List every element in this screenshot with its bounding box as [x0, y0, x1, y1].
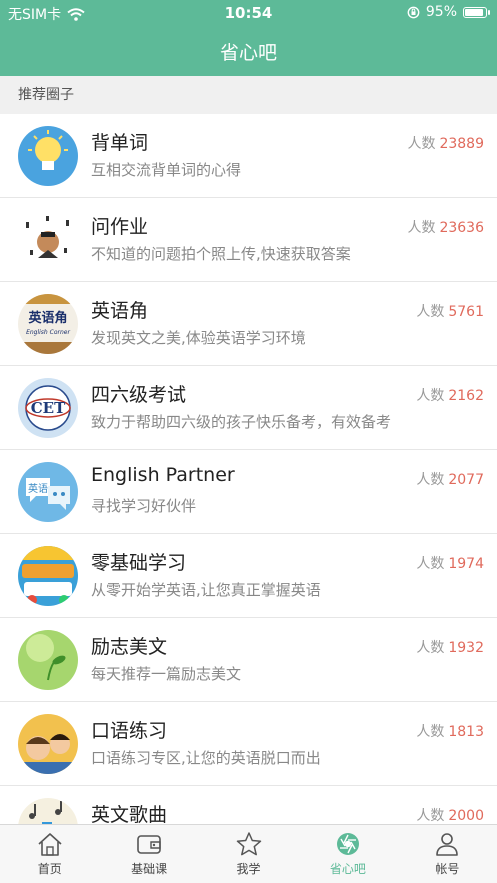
item-title: 背单词	[91, 132, 149, 154]
count-label: 人数	[407, 136, 436, 152]
count-label: 人数	[416, 808, 445, 824]
count-value: 2000	[448, 808, 484, 824]
tab-label: 我学	[236, 862, 261, 876]
item-desc: 寻找学习好伙伴	[91, 497, 197, 515]
battery-icon	[463, 6, 490, 18]
count-label: 人数	[416, 724, 445, 740]
member-count: 人数 1813	[416, 721, 484, 741]
member-count: 人数 23636	[407, 217, 484, 237]
home-icon	[38, 833, 62, 856]
count-value: 1932	[448, 640, 484, 656]
member-count: 人数 1974	[416, 553, 484, 573]
member-count: 人数 2000	[416, 805, 484, 824]
count-value: 1974	[448, 556, 484, 572]
songs-avatar	[18, 798, 78, 824]
list-item[interactable]: 英语角 English Corner 英语角 发现英文之美,体验英语学习环境 人…	[0, 282, 497, 366]
tab-shengxinba[interactable]: 省心吧	[298, 825, 397, 883]
tab-label: 帐号	[435, 862, 460, 876]
tab-label: 首页	[37, 862, 62, 876]
item-desc: 致力于帮助四六级的孩子快乐备考，有效备考	[91, 413, 392, 431]
list-item[interactable]: 背单词 互相交流背单词的心得 人数 23889	[0, 114, 497, 198]
orientation-lock-icon	[407, 6, 420, 18]
page-title: 省心吧	[219, 41, 277, 64]
count-value: 5761	[448, 304, 484, 320]
tab-account[interactable]: 帐号	[398, 825, 497, 883]
item-title: 问作业	[91, 216, 149, 238]
chat-bubble-text: 英语	[28, 482, 48, 495]
list-item[interactable]: 英文歌曲 人数 2000	[0, 786, 497, 824]
list-item[interactable]: 问作业 不知道的问题拍个照上传,快速获取答案 人数 23636	[0, 198, 497, 282]
speaking-avatar	[18, 714, 78, 774]
tab-basic-course[interactable]: 基础课	[99, 825, 198, 883]
section-header: 推荐圈子	[0, 76, 497, 114]
item-title: 口语练习	[91, 720, 168, 742]
aperture-icon	[336, 833, 359, 855]
member-count: 人数 5761	[416, 301, 484, 321]
item-desc: 从零开始学英语,让您真正掌握英语	[91, 581, 321, 599]
count-label: 人数	[416, 640, 445, 656]
member-count: 人数 2077	[416, 469, 484, 489]
status-bar: 无SIM卡 10:54 95%	[0, 0, 497, 26]
english-corner-en-text: English Corner	[26, 329, 70, 336]
item-title: 英语角	[91, 300, 149, 322]
member-count: 人数 2162	[416, 385, 484, 405]
status-right: 95%	[407, 4, 490, 20]
wallet-icon	[137, 835, 161, 854]
item-desc: 口语练习专区,让您的英语脱口而出	[91, 749, 321, 767]
star-icon	[236, 832, 261, 856]
cet-text: CET	[31, 399, 66, 417]
list-item[interactable]: 励志美文 每天推荐一篇励志美文 人数 1932	[0, 618, 497, 702]
count-label: 人数	[407, 220, 436, 236]
english-corner-avatar: 英语角 English Corner	[18, 294, 78, 354]
member-count: 人数 1932	[416, 637, 484, 657]
user-icon	[436, 833, 459, 856]
item-title: 英文歌曲	[91, 804, 168, 824]
member-count: 人数 23889	[407, 133, 484, 153]
item-title: 励志美文	[91, 636, 168, 658]
tab-home[interactable]: 首页	[0, 825, 99, 883]
circle-list: 背单词 互相交流背单词的心得 人数 23889 问作业 不知道的问题拍个照上传,快…	[0, 114, 497, 824]
tab-bar: 首页 基础课 我学 省心吧 帐号	[0, 824, 497, 883]
chat-bubbles-avatar: 英语	[18, 462, 78, 522]
tab-label: 基础课	[131, 862, 168, 876]
item-desc: 不知道的问题拍个照上传,快速获取答案	[91, 245, 351, 263]
sprout-avatar	[18, 630, 78, 690]
item-desc: 互相交流背单词的心得	[91, 161, 242, 179]
count-value: 2077	[448, 472, 484, 488]
kids-english-avatar	[18, 546, 78, 606]
tab-my-study[interactable]: 我学	[199, 825, 298, 883]
count-value: 23889	[439, 136, 484, 152]
item-desc: 发现英文之美,体验英语学习环境	[91, 329, 306, 347]
count-label: 人数	[416, 556, 445, 572]
item-title: English Partner	[91, 464, 235, 486]
tab-label: 省心吧	[329, 862, 366, 876]
item-title: 四六级考试	[91, 384, 187, 406]
cet-avatar: CET	[18, 378, 78, 438]
count-value: 1813	[448, 724, 484, 740]
lightbulb-avatar	[18, 126, 78, 186]
item-title: 零基础学习	[91, 552, 187, 574]
question-avatar	[18, 210, 78, 270]
nav-bar: 省心吧	[0, 26, 497, 76]
count-value: 23636	[439, 220, 484, 236]
list-item[interactable]: 零基础学习 从零开始学英语,让您真正掌握英语 人数 1974	[0, 534, 497, 618]
battery-fill	[465, 8, 484, 16]
list-item[interactable]: CET 四六级考试 致力于帮助四六级的孩子快乐备考，有效备考 人数 2162	[0, 366, 497, 450]
item-desc: 每天推荐一篇励志美文	[91, 665, 242, 683]
count-label: 人数	[416, 388, 445, 404]
count-label: 人数	[416, 304, 445, 320]
list-item[interactable]: 口语练习 口语练习专区,让您的英语脱口而出 人数 1813	[0, 702, 497, 786]
english-corner-cn-text: 英语角	[27, 310, 67, 326]
count-value: 2162	[448, 388, 484, 404]
list-item[interactable]: 英语 English Partner 寻找学习好伙伴 人数 2077	[0, 450, 497, 534]
count-label: 人数	[416, 472, 445, 488]
battery-percent: 95%	[425, 4, 457, 20]
